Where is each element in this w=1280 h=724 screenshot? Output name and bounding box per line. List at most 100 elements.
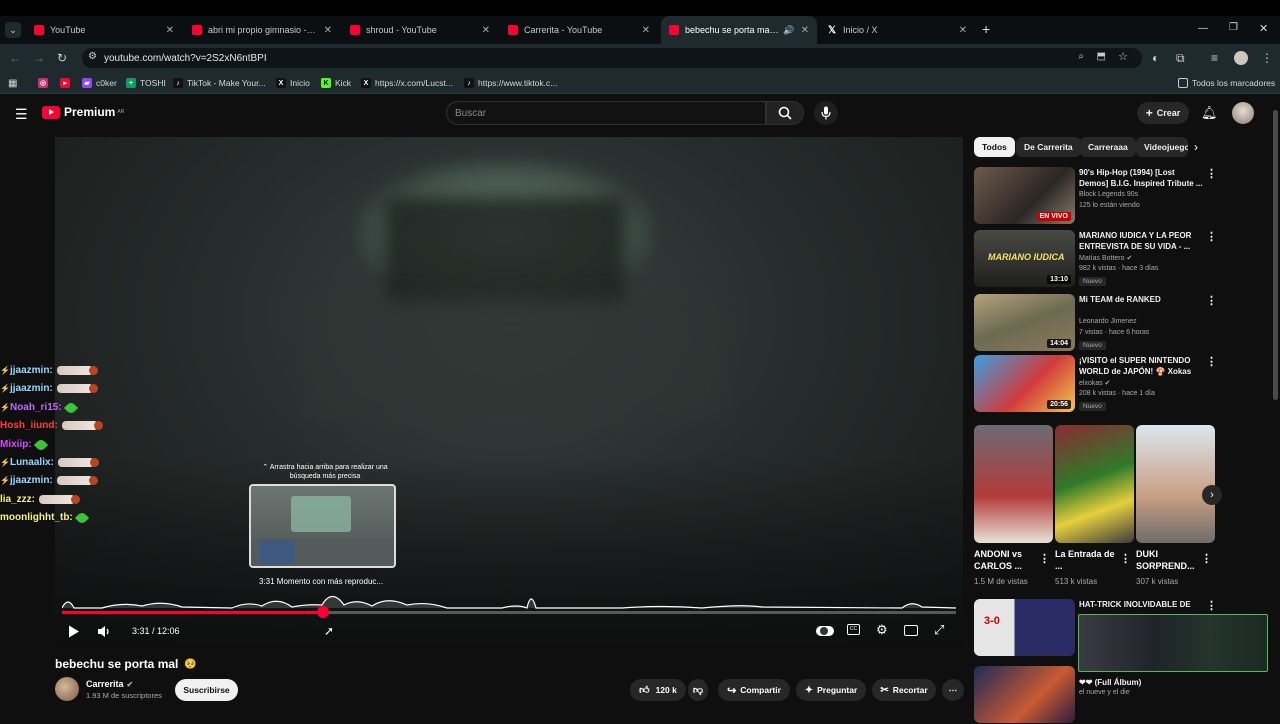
seek-preview-thumbnail xyxy=(249,484,396,568)
chip-de-carrerita[interactable]: De Carrerita xyxy=(1016,137,1081,157)
close-icon[interactable]: ✕ xyxy=(642,25,650,36)
reload-icon[interactable]: ↻ xyxy=(57,51,67,65)
tab-0[interactable]: YouTube ✕ xyxy=(26,16,182,44)
address-bar[interactable]: ⚙ youtube.com/watch?v=2S2xN6ntBPI ⌕ ⬒ ☆ xyxy=(82,48,1142,68)
bookmark-instagram[interactable]: ◎ xyxy=(38,76,52,90)
recommendation-item[interactable]: 20:56 ¡VISITO el SUPER NINTENDO WORLD de… xyxy=(974,355,1220,413)
install-icon[interactable]: ⬒ xyxy=(1097,51,1106,62)
recommendation-item[interactable]: ❤❤ (Full Álbum) el nueve y el die xyxy=(974,666,1220,724)
tab-4[interactable]: bebechu se porta mal 🥺 -🔊✕ xyxy=(661,16,817,44)
maximize-button[interactable]: ❐ xyxy=(1229,22,1238,33)
tab-search-button[interactable]: ⌄ xyxy=(5,22,21,38)
chips-next-chevron-icon[interactable]: › xyxy=(1194,140,1198,154)
speaker-icon[interactable]: 🔊 xyxy=(783,25,794,36)
more-vertical-icon[interactable]: ⋮ xyxy=(1201,552,1212,565)
short-title[interactable]: DUKI SORPREND... xyxy=(1136,548,1200,572)
volume-button[interactable] xyxy=(97,625,111,643)
shorts-next-button[interactable]: › xyxy=(1202,485,1222,505)
scrubber-handle[interactable] xyxy=(317,606,330,618)
extension-shield-icon[interactable]: ◐ xyxy=(1152,51,1159,65)
tab-5[interactable]: 𝕏 Inicio / X ✕ xyxy=(819,16,975,44)
bookmark-c0ker[interactable]: ▰ c0ker xyxy=(82,76,117,90)
clip-button[interactable]: ✂ Recortar xyxy=(872,679,936,701)
close-icon[interactable]: ✕ xyxy=(801,25,809,36)
subscribe-button[interactable]: Suscribirse xyxy=(175,679,238,701)
more-vertical-icon[interactable]: ⋮ xyxy=(1120,552,1131,565)
play-button[interactable] xyxy=(68,625,80,643)
channel-avatar[interactable] xyxy=(55,677,79,701)
tab-3[interactable]: Carrerita - YouTube ✕ xyxy=(500,16,658,44)
tab-1[interactable]: abri mi propio gimnasio - YouT ✕ xyxy=(184,16,340,44)
new-tab-button[interactable]: + xyxy=(982,21,990,37)
menu-icon[interactable]: ⋮ xyxy=(1261,51,1273,65)
fullscreen-icon[interactable]: ⤢ xyxy=(934,622,944,638)
recommendation-item[interactable]: EN VIVO 90's Hip-Hop (1994) [Lost Demos]… xyxy=(974,167,1220,225)
voice-search-button[interactable] xyxy=(814,101,838,125)
all-bookmarks[interactable]: Todos los marcadores xyxy=(1178,76,1275,90)
miniplayer-icon[interactable] xyxy=(904,625,918,636)
progress-played xyxy=(62,611,324,614)
more-vertical-icon[interactable]: ⋮ xyxy=(1039,552,1050,565)
dislike-button[interactable]: 👎︎ xyxy=(688,679,708,701)
bookmark-kick[interactable]: K Kick xyxy=(321,76,351,90)
bookmark-x-lucst[interactable]: Xhttps://x.com/Lucst... xyxy=(361,76,453,90)
close-icon[interactable]: ✕ xyxy=(959,25,967,36)
minimize-button[interactable]: — xyxy=(1198,23,1208,34)
subtitles-icon[interactable]: CC xyxy=(847,624,860,635)
like-button[interactable]: 👍︎ 120 k xyxy=(630,679,686,701)
bookmark-tiktok-url[interactable]: ♪ https://www.tiktok.c... xyxy=(464,76,557,90)
search-input[interactable]: Buscar xyxy=(446,101,766,125)
bookmark-inicio[interactable]: X Inicio xyxy=(276,76,310,90)
media-control-icon[interactable]: ≡ xyxy=(1211,51,1218,65)
profile-avatar[interactable] xyxy=(1234,51,1248,65)
ask-button[interactable]: ✦ Preguntar xyxy=(796,679,866,701)
youtube-icon xyxy=(350,25,360,35)
chip-carreraaa[interactable]: Carreraaa xyxy=(1080,137,1136,157)
zoom-icon[interactable]: ⌕ xyxy=(1078,51,1084,62)
more-vertical-icon[interactable]: ⋮ xyxy=(1206,167,1217,180)
chip-todos[interactable]: Todos xyxy=(974,137,1015,157)
short-thumbnail[interactable] xyxy=(1055,425,1134,543)
bookmark-tiktok[interactable]: ♪ TikTok - Make Your... xyxy=(173,76,266,90)
more-actions-button[interactable]: ⋯ xyxy=(942,679,964,701)
autoplay-toggle[interactable] xyxy=(816,626,834,636)
close-icon[interactable]: ✕ xyxy=(324,25,332,36)
short-title[interactable]: La Entrada de ... xyxy=(1055,548,1119,572)
chip-videojuegos[interactable]: Videojuegos xyxy=(1136,137,1188,157)
subscriber-count: 1.93 M de suscriptores xyxy=(86,691,162,700)
close-icon[interactable]: ✕ xyxy=(482,25,490,36)
notifications-bell-icon[interactable]: 🔔︎ xyxy=(1201,105,1218,121)
extensions-icon[interactable]: ⧉ xyxy=(1176,51,1185,65)
short-views: 307 k vistas xyxy=(1136,577,1179,586)
bookmark-youtube[interactable]: ▸ xyxy=(60,76,74,90)
more-vertical-icon[interactable]: ⋮ xyxy=(1206,355,1217,368)
forward-icon[interactable]: → xyxy=(33,51,45,65)
site-info-icon[interactable]: ⚙ xyxy=(88,51,97,62)
settings-gear-icon[interactable]: ⚙ xyxy=(876,622,888,638)
channel-name[interactable]: Carrerita ✔ xyxy=(86,679,133,689)
back-icon[interactable]: ← xyxy=(9,51,21,65)
short-thumbnail[interactable] xyxy=(974,425,1053,543)
bookmark-toshi[interactable]: + TOSHI xyxy=(126,76,166,90)
create-button[interactable]: + Crear xyxy=(1137,102,1189,124)
short-title[interactable]: ANDONI vs CARLOS ... xyxy=(974,548,1038,572)
apps-icon[interactable]: ▦ xyxy=(8,76,17,90)
recommendation-item[interactable]: 14:04 Mi TEAM de RANKED Leonardo Jimenez… xyxy=(974,294,1220,352)
tab-strip: ⌄ YouTube ✕ abri mi propio gimnasio - You… xyxy=(0,16,1280,44)
close-icon[interactable]: ✕ xyxy=(166,25,174,36)
account-avatar[interactable] xyxy=(1232,102,1254,124)
youtube-premium-logo[interactable]: Premium AR xyxy=(42,105,124,119)
recommendation-item[interactable]: MARIANO IUDICA 13:10 MARIANO IUDICA Y LA … xyxy=(974,230,1220,288)
page-scrollbar[interactable] xyxy=(1271,96,1280,708)
close-window-button[interactable]: ✕ xyxy=(1259,22,1268,35)
share-button[interactable]: ↪ Compartir xyxy=(718,679,790,701)
more-vertical-icon[interactable]: ⋮ xyxy=(1206,599,1217,612)
short-thumbnail[interactable] xyxy=(1136,425,1215,543)
video-player[interactable] xyxy=(55,137,963,648)
bookmark-star-icon[interactable]: ☆ xyxy=(1118,50,1128,63)
more-vertical-icon[interactable]: ⋮ xyxy=(1206,294,1217,307)
tab-2[interactable]: shroud - YouTube ✕ xyxy=(342,16,498,44)
more-vertical-icon[interactable]: ⋮ xyxy=(1206,230,1217,243)
hamburger-menu-icon[interactable]: ☰ xyxy=(15,106,28,123)
search-button[interactable] xyxy=(766,101,804,125)
